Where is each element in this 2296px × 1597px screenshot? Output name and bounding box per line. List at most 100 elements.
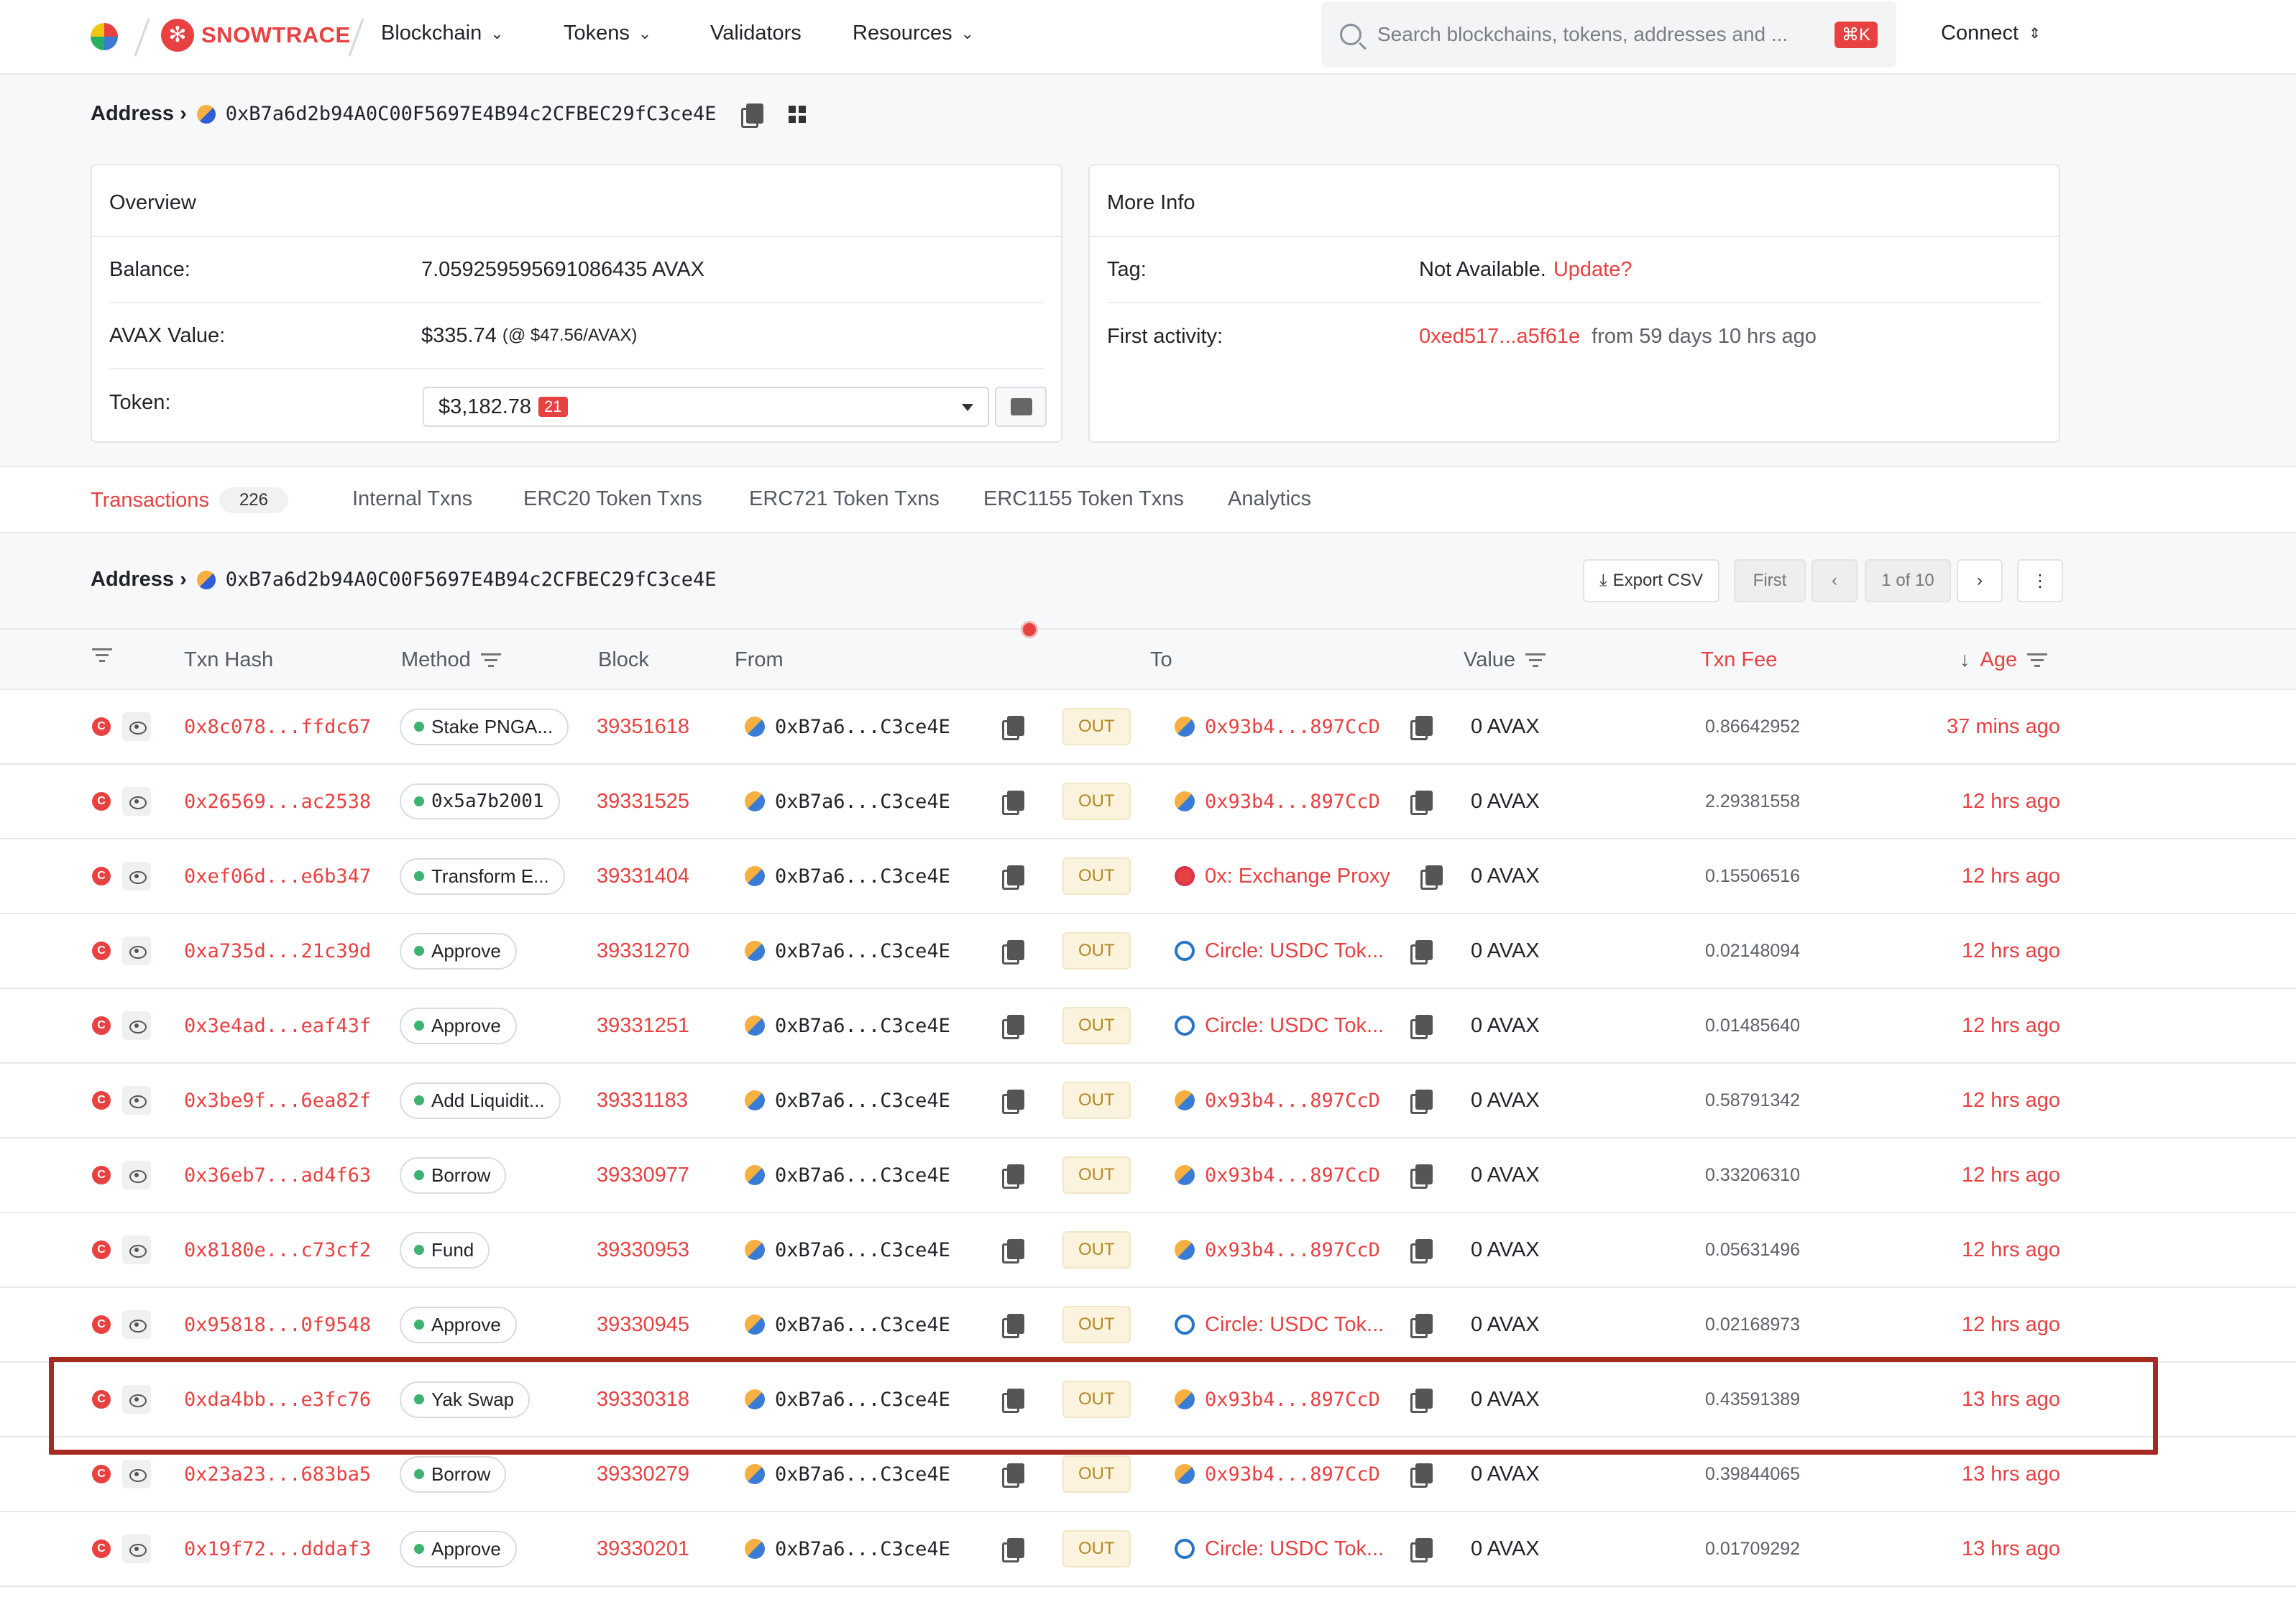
copy-icon[interactable] xyxy=(1002,1239,1024,1264)
next-page-button[interactable]: › xyxy=(1957,559,2003,602)
method-badge[interactable]: Approve xyxy=(400,1007,517,1044)
column-age[interactable]: ↓ Age xyxy=(1960,648,2048,672)
txn-hash-link[interactable]: 0x8180e...c73cf2 xyxy=(184,1213,371,1287)
block-link[interactable]: 39330201 xyxy=(597,1512,689,1586)
tag-update-link[interactable]: Update? xyxy=(1553,258,1633,282)
from-address[interactable]: 0xB7a6...C3ce4E xyxy=(775,1090,950,1112)
block-link[interactable]: 39330279 xyxy=(597,1437,689,1511)
tab-erc20-token-txns[interactable]: ERC20 Token Txns xyxy=(523,487,702,511)
method-badge[interactable]: Yak Swap xyxy=(400,1381,531,1418)
copy-icon[interactable] xyxy=(1410,1090,1433,1114)
eye-icon[interactable] xyxy=(122,1534,151,1563)
block-link[interactable]: 39351618 xyxy=(597,690,689,763)
copy-icon[interactable] xyxy=(1410,1463,1433,1488)
copy-icon[interactable] xyxy=(1002,1090,1024,1114)
prev-page-button[interactable]: ‹ xyxy=(1811,559,1858,602)
from-address[interactable]: 0xB7a6...C3ce4E xyxy=(775,791,950,813)
copy-icon[interactable] xyxy=(1420,865,1443,890)
to-address-link[interactable]: 0x93b4...897CcD xyxy=(1205,1164,1380,1187)
copy-icon[interactable] xyxy=(1410,791,1433,815)
txn-hash-link[interactable]: 0x19f72...dddaf3 xyxy=(184,1512,371,1586)
from-address[interactable]: 0xB7a6...C3ce4E xyxy=(775,1538,950,1560)
to-address-link[interactable]: Circle: USDC Tok... xyxy=(1205,1537,1384,1561)
tab-analytics[interactable]: Analytics xyxy=(1228,487,1311,511)
block-link[interactable]: 39331251 xyxy=(597,989,689,1062)
method-badge[interactable]: Borrow xyxy=(400,1455,507,1493)
to-address-link[interactable]: 0x: Exchange Proxy xyxy=(1205,865,1390,888)
to-address-link[interactable]: 0x93b4...897CcD xyxy=(1205,791,1380,813)
copy-icon[interactable] xyxy=(1410,716,1433,740)
tab-erc1155-token-txns[interactable]: ERC1155 Token Txns xyxy=(983,487,1184,511)
txn-hash-link[interactable]: 0x3be9f...6ea82f xyxy=(184,1064,371,1137)
eye-icon[interactable] xyxy=(122,1011,151,1040)
copy-icon[interactable] xyxy=(1410,1538,1433,1563)
copy-icon[interactable] xyxy=(1002,1314,1024,1338)
block-link[interactable]: 39330945 xyxy=(597,1288,689,1361)
from-address[interactable]: 0xB7a6...C3ce4E xyxy=(775,1164,950,1187)
filter-icon[interactable] xyxy=(2027,653,2048,668)
more-options-button[interactable]: ⋮ xyxy=(2017,559,2063,602)
to-address-link[interactable]: Circle: USDC Tok... xyxy=(1205,939,1384,963)
block-link[interactable]: 39330953 xyxy=(597,1213,689,1287)
txn-hash-link[interactable]: 0x95818...0f9548 xyxy=(184,1288,371,1361)
token-holdings-dropdown[interactable]: $3,182.78 21 xyxy=(423,387,989,427)
tab-transactions[interactable]: Transactions 226 xyxy=(91,487,288,513)
copy-icon[interactable] xyxy=(1002,716,1024,740)
nav-resources[interactable]: Resources ⌄ xyxy=(853,22,974,45)
copy-icon[interactable] xyxy=(1410,940,1433,965)
column-filter-button[interactable] xyxy=(92,648,112,663)
copy-icon[interactable] xyxy=(1002,865,1024,890)
txn-hash-link[interactable]: 0x8c078...ffdc67 xyxy=(184,690,371,763)
block-link[interactable]: 39331525 xyxy=(597,765,689,838)
eye-icon[interactable] xyxy=(122,936,151,965)
eye-icon[interactable] xyxy=(122,787,151,816)
filter-icon[interactable] xyxy=(1525,653,1546,668)
eye-icon[interactable] xyxy=(122,1460,151,1488)
copy-icon[interactable] xyxy=(1002,791,1024,815)
copy-icon[interactable] xyxy=(1410,1015,1433,1039)
txn-hash-link[interactable]: 0x36eb7...ad4f63 xyxy=(184,1138,371,1212)
from-address[interactable]: 0xB7a6...C3ce4E xyxy=(775,865,950,888)
copy-icon[interactable] xyxy=(1002,1463,1024,1488)
from-address[interactable]: 0xB7a6...C3ce4E xyxy=(775,1463,950,1486)
to-address-link[interactable]: 0x93b4...897CcD xyxy=(1205,1389,1380,1411)
copy-icon[interactable] xyxy=(1002,1538,1024,1563)
from-address[interactable]: 0xB7a6...C3ce4E xyxy=(775,1239,950,1261)
copy-icon[interactable] xyxy=(1410,1239,1433,1264)
from-address[interactable]: 0xB7a6...C3ce4E xyxy=(775,716,950,738)
from-address[interactable]: 0xB7a6...C3ce4E xyxy=(775,1314,950,1336)
txn-hash-link[interactable]: 0xda4bb...e3fc76 xyxy=(184,1363,371,1436)
method-badge[interactable]: Add Liquidit... xyxy=(400,1082,561,1119)
eye-icon[interactable] xyxy=(122,712,151,741)
nav-tokens[interactable]: Tokens ⌄ xyxy=(564,22,651,45)
to-address-link[interactable]: 0x93b4...897CcD xyxy=(1205,1090,1380,1112)
copy-icon[interactable] xyxy=(1410,1389,1433,1413)
first-activity-tx-link[interactable]: 0xed517...a5f61e xyxy=(1419,325,1580,349)
eye-icon[interactable] xyxy=(122,862,151,890)
column-txn-fee[interactable]: Txn Fee xyxy=(1701,648,1777,672)
tab-internal-txns[interactable]: Internal Txns xyxy=(352,487,472,511)
txn-hash-link[interactable]: 0xef06d...e6b347 xyxy=(184,839,371,913)
method-badge[interactable]: 0x5a7b2001 xyxy=(400,783,560,819)
txn-hash-link[interactable]: 0x3e4ad...eaf43f xyxy=(184,989,371,1062)
nav-validators[interactable]: Validators xyxy=(710,22,802,45)
nav-blockchain[interactable]: Blockchain ⌄ xyxy=(381,22,504,45)
copy-icon[interactable] xyxy=(1002,1015,1024,1039)
copy-icon[interactable] xyxy=(1002,940,1024,965)
from-address[interactable]: 0xB7a6...C3ce4E xyxy=(775,1389,950,1411)
qr-code-icon[interactable] xyxy=(788,105,806,123)
block-link[interactable]: 39331404 xyxy=(597,839,689,913)
method-badge[interactable]: Transform E... xyxy=(400,857,565,895)
wallet-button[interactable] xyxy=(995,387,1047,427)
to-address-link[interactable]: Circle: USDC Tok... xyxy=(1205,1014,1384,1038)
copy-icon[interactable] xyxy=(1410,1164,1433,1189)
connect-button[interactable]: Connect ⇕ xyxy=(1941,22,2041,45)
method-badge[interactable]: Borrow xyxy=(400,1156,507,1194)
copy-icon[interactable] xyxy=(1002,1164,1024,1189)
eye-icon[interactable] xyxy=(122,1310,151,1339)
to-address-link[interactable]: 0x93b4...897CcD xyxy=(1205,716,1380,738)
to-address-link[interactable]: Circle: USDC Tok... xyxy=(1205,1313,1384,1337)
method-badge[interactable]: Approve xyxy=(400,1306,517,1343)
first-page-button[interactable]: First xyxy=(1734,559,1806,602)
eye-icon[interactable] xyxy=(122,1235,151,1264)
